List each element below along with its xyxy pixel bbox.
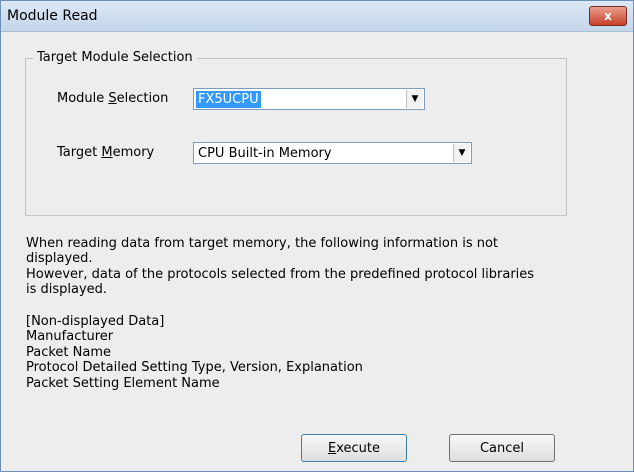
info-line: However, data of the protocols selected … [26, 267, 535, 282]
info-line: displayed. [26, 251, 93, 266]
target-memory-label: Target Memory [57, 145, 155, 160]
chevron-down-icon[interactable]: ▼ [406, 90, 423, 108]
module-read-dialog: Module Read x Target Module Selection Mo… [0, 0, 634, 472]
info-line: When reading data from target memory, th… [26, 236, 499, 251]
module-selection-label: Module Selection [57, 91, 169, 106]
chevron-down-icon[interactable]: ▼ [453, 144, 470, 162]
module-selection-value: FX5UCPU [196, 91, 261, 108]
cancel-button[interactable]: Cancel [449, 434, 555, 462]
title-bar: Module Read x [1, 1, 633, 32]
module-selection-dropdown[interactable]: FX5UCPU ▼ [193, 88, 425, 110]
execute-button[interactable]: Execute [301, 434, 407, 462]
close-icon: x [604, 9, 612, 23]
info-line: is displayed. [26, 282, 108, 297]
close-button[interactable]: x [589, 6, 627, 26]
info-line: Manufacturer [26, 329, 114, 344]
info-line: Protocol Detailed Setting Type, Version,… [26, 360, 363, 375]
info-line: Packet Setting Element Name [26, 376, 220, 391]
info-line: [Non-displayed Data] [26, 314, 165, 329]
target-memory-value: CPU Built-in Memory [198, 146, 332, 161]
window-title: Module Read [7, 8, 98, 24]
target-module-selection-group [25, 58, 567, 216]
group-label: Target Module Selection [33, 50, 197, 65]
info-line: Packet Name [26, 345, 112, 360]
target-memory-dropdown[interactable]: CPU Built-in Memory ▼ [193, 142, 472, 164]
